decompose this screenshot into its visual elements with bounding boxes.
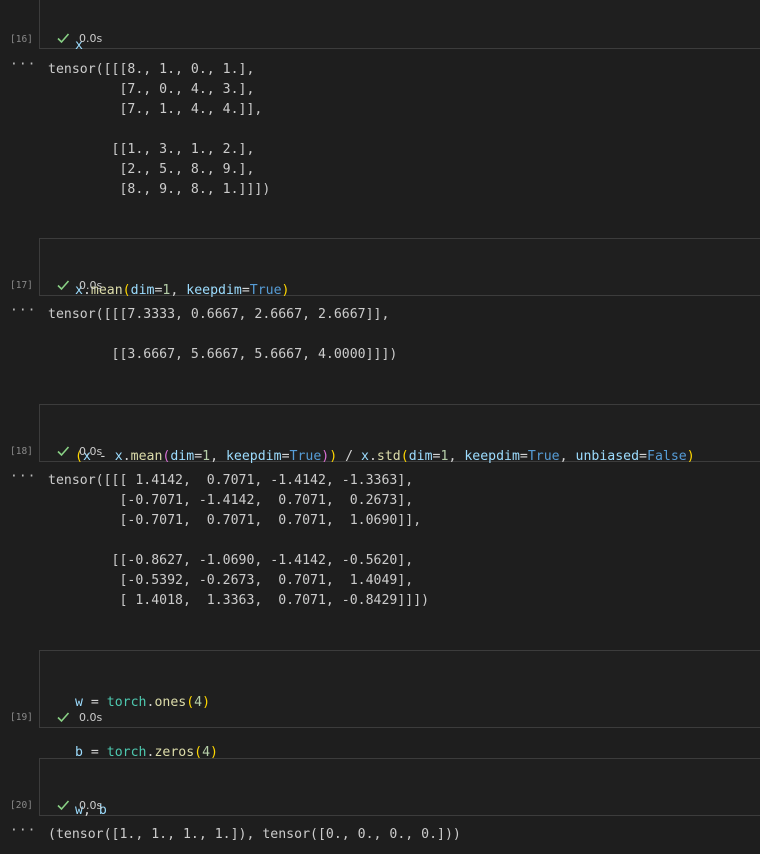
check-icon [57, 33, 70, 44]
code-token: = [194, 449, 203, 464]
code-line: x.mean(dim=1, keepdim=True) [75, 281, 290, 301]
ellipsis-icon[interactable]: ··· [10, 303, 36, 318]
output-line: [[1., 3., 1., 2.], [48, 142, 255, 157]
code-token: ( [400, 449, 409, 464]
output-line: [-0.5392, -0.2673, 0.7071, 1.4049], [48, 573, 414, 588]
cell-output: tensor([[[8., 1., 0., 1.], [7., 0., 4., … [48, 60, 270, 200]
code-token: , [170, 283, 187, 298]
code-token: ( [122, 283, 131, 298]
execution-status: 0.0s [56, 444, 102, 460]
cell-output: tensor([[[ 1.4142, 0.7071, -1.4142, -1.3… [48, 471, 429, 611]
check-icon [57, 446, 70, 457]
execution-status: 0.0s [56, 798, 102, 814]
code-token: True [527, 449, 560, 464]
execution-count: [18] [10, 446, 33, 457]
code-token: . [122, 449, 131, 464]
code-token: keepdim [464, 449, 520, 464]
code-token: torch [106, 695, 147, 710]
execution-status: 0.0s [56, 278, 102, 294]
code-token: / [337, 449, 362, 464]
code-token: ) [686, 449, 695, 464]
execution-time: 0.0s [79, 799, 103, 812]
code-token: 4 [194, 695, 203, 710]
code-token: dim [408, 449, 433, 464]
output-line: [7., 0., 4., 3.], [48, 82, 255, 97]
execution-time: 0.0s [79, 711, 103, 724]
code-cell-16[interactable]: x 0.0s [39, 0, 760, 53]
ellipsis-icon[interactable]: ··· [10, 57, 36, 72]
output-line: [-0.7071, 0.7071, 0.7071, 1.0690]], [48, 513, 422, 528]
code-token: = [82, 695, 107, 710]
code-token: ) [329, 449, 338, 464]
execution-time: 0.0s [79, 279, 103, 292]
code-token: False [647, 449, 687, 464]
code-token: , [210, 449, 226, 464]
code-token: True [289, 449, 322, 464]
code-cell-18[interactable]: (x - x.mean(dim=1, keepdim=True)) / x.st… [39, 404, 760, 464]
code-cell-17[interactable]: x.mean(dim=1, keepdim=True) 0.0s [39, 238, 760, 298]
code-token: ) [202, 695, 211, 710]
code-token: = [281, 449, 290, 464]
output-line: [-0.7071, -1.4142, 0.7071, 0.2673], [48, 493, 414, 508]
code-token: , [448, 449, 465, 464]
code-token: dim [170, 449, 195, 464]
cell-output: tensor([[[7.3333, 0.6667, 2.6667, 2.6667… [48, 305, 397, 365]
code-token: True [249, 283, 282, 298]
execution-time: 0.0s [79, 32, 103, 45]
code-line: (x - x.mean(dim=1, keepdim=True)) / x.st… [75, 447, 695, 467]
code-token: keepdim [225, 449, 282, 464]
check-icon [57, 280, 70, 291]
output-line: [ 1.4018, 1.3363, 0.7071, -0.8429]]]) [48, 593, 430, 608]
execution-status: 0.0s [56, 31, 102, 47]
code-token: std [376, 449, 401, 464]
execution-count: [19] [10, 712, 33, 723]
code-token: . [368, 449, 377, 464]
execution-count: [16] [10, 34, 33, 45]
code-token: w [75, 695, 83, 710]
code-cell-19[interactable]: w = torch.ones(4) b = torch.zeros(4) 0.0… [39, 650, 760, 760]
code-token: = [519, 449, 528, 464]
output-line: tensor([[[ 1.4142, 0.7071, -1.4142, -1.3… [48, 473, 414, 488]
code-token: x [114, 449, 123, 464]
cell-output: (tensor([1., 1., 1., 1.]), tensor([0., 0… [48, 825, 461, 845]
code-token: unbiased [575, 449, 640, 464]
output-line: [8., 9., 8., 1.]]]) [48, 182, 271, 197]
code-token: ) [281, 283, 290, 298]
code-token: , [559, 449, 576, 464]
code-token: dim [130, 283, 155, 298]
output-line: tensor([[[8., 1., 0., 1.], [48, 62, 255, 77]
code-token: = [639, 449, 647, 464]
code-token: ones [154, 695, 187, 710]
output-line: [[3.6667, 5.6667, 5.6667, 4.0000]]]) [48, 347, 398, 362]
code-token: x [361, 449, 369, 464]
code-token: = [241, 283, 250, 298]
ellipsis-icon[interactable]: ··· [10, 823, 36, 838]
execution-count: [17] [10, 280, 33, 291]
execution-count: [20] [10, 800, 33, 811]
output-line: [7., 1., 4., 4.]], [48, 102, 263, 117]
check-icon [57, 800, 70, 811]
check-icon [57, 712, 70, 723]
code-token: 1 [202, 449, 211, 464]
output-line: [2., 5., 8., 9.], [48, 162, 255, 177]
code-token: mean [130, 449, 163, 464]
output-line: [[-0.8627, -1.0690, -1.4142, -0.5620], [48, 553, 414, 568]
code-cell-20[interactable]: w, b 0.0s [39, 758, 760, 818]
code-token: ( [186, 695, 195, 710]
output-line: tensor([[[7.3333, 0.6667, 2.6667, 2.6667… [48, 307, 390, 322]
execution-time: 0.0s [79, 445, 103, 458]
ellipsis-icon[interactable]: ··· [10, 469, 36, 484]
execution-status: 0.0s [56, 710, 102, 726]
output-line: (tensor([1., 1., 1., 1.]), tensor([0., 0… [48, 827, 461, 842]
code-token: keepdim [186, 283, 242, 298]
